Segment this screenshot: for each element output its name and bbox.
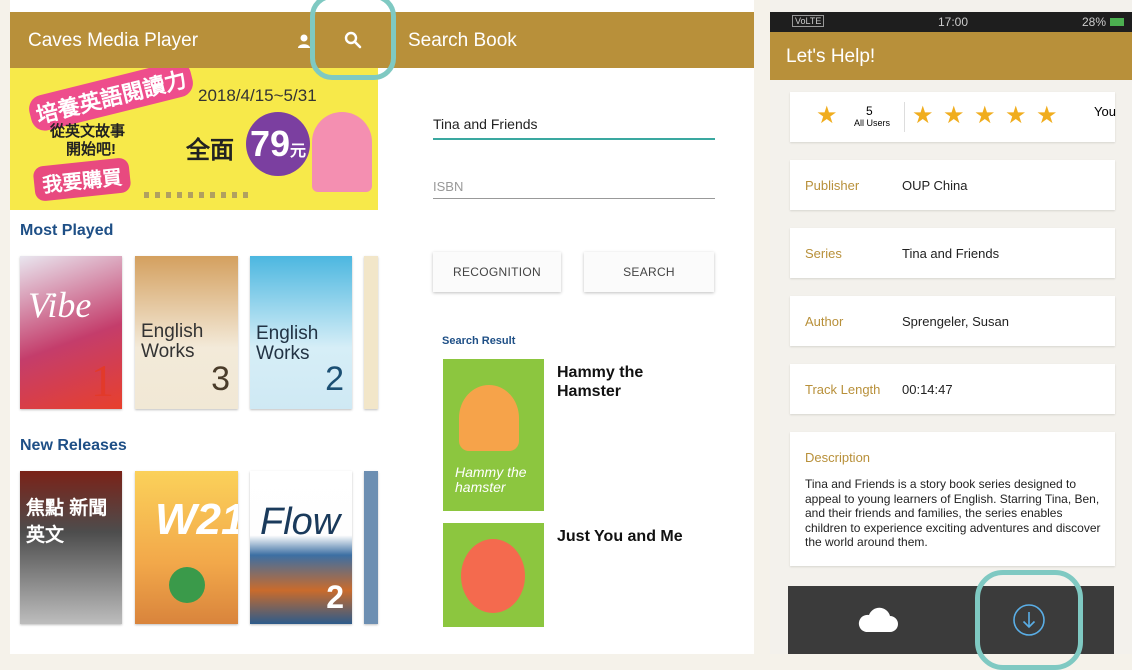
banner-offer: 全面 xyxy=(186,137,234,164)
book-volume: 1 xyxy=(91,355,114,406)
isbn-field[interactable]: ISBN xyxy=(433,178,715,199)
detail-row-author: Author Sprengeler, Susan xyxy=(790,296,1115,346)
book-cover-character xyxy=(169,567,205,603)
detail-value: 00:14:47 xyxy=(902,382,953,397)
average-rating-label: All Users xyxy=(854,118,891,128)
book-title: 焦點 新聞英文 xyxy=(26,498,108,546)
search-result-heading: Search Result xyxy=(442,335,516,347)
cloud-icon[interactable] xyxy=(856,606,898,634)
star-icon[interactable]: ★ xyxy=(1036,101,1058,130)
banner-price: 79 xyxy=(249,123,291,164)
promo-banner[interactable]: 培養英語閱讀力 2018/4/15~5/31 從英文故事 開始吧! 全面 79元… xyxy=(10,68,378,210)
book-cover-partial[interactable] xyxy=(364,256,378,409)
detail-value: Tina and Friends xyxy=(902,246,1000,261)
book-cover-english-works-2[interactable]: English Works 2 xyxy=(250,256,352,409)
detail-label: Track Length xyxy=(805,382,881,397)
highlight-ring-download xyxy=(975,570,1083,670)
battery-icon xyxy=(1110,18,1124,26)
isbn-field-placeholder: ISBN xyxy=(433,179,464,194)
detail-label: Series xyxy=(805,246,842,261)
book-cover-partial[interactable] xyxy=(364,471,378,624)
star-icon[interactable]: ★ xyxy=(1005,101,1027,130)
book-title: Vibe xyxy=(28,285,92,325)
result-title[interactable]: Hammy the Hamster xyxy=(557,363,667,401)
detail-header: Let's Help! xyxy=(770,32,1132,80)
detail-value: OUP China xyxy=(902,178,968,193)
title-field[interactable]: Tina and Friends xyxy=(433,116,715,140)
rating-divider xyxy=(904,102,905,132)
banner-date: 2018/4/15~5/31 xyxy=(198,86,317,105)
highlight-ring-search xyxy=(310,0,396,80)
banner-price-unit: 元 xyxy=(290,143,307,160)
home-screen: Caves Media Player 培養英語閱讀力 2018/4/15~5/3… xyxy=(10,0,393,654)
cover-illustration xyxy=(461,539,525,613)
average-rating: 5 xyxy=(866,104,873,118)
detail-row-series: Series Tina and Friends xyxy=(790,228,1115,278)
book-title: English Works xyxy=(141,321,204,362)
detail-screen: VoLTE 17:00 28% Let's Help! ★ 5 All User… xyxy=(770,0,1132,654)
battery-level: 28% xyxy=(1082,15,1107,29)
book-title: Flow xyxy=(260,501,341,543)
price-badge: 79元 xyxy=(246,112,310,176)
description-text: Tina and Friends is a story book series … xyxy=(805,477,1101,549)
detail-label: Publisher xyxy=(805,178,860,193)
cover-title: Hammy the hamster xyxy=(455,464,527,495)
recognition-button[interactable]: RECOGNITION xyxy=(433,252,561,292)
status-bar: VoLTE 17:00 28% xyxy=(770,12,1132,32)
rating-card: ★ 5 All Users ★ ★ ★ ★ ★ You xyxy=(790,92,1116,142)
result-title[interactable]: Just You and Me xyxy=(557,527,717,546)
book-volume: 3 xyxy=(211,360,230,398)
search-header: Search Book xyxy=(393,12,754,68)
detail-row-publisher: Publisher OUP China xyxy=(790,160,1115,210)
user-rating-stars[interactable]: ★ ★ ★ ★ ★ xyxy=(910,101,1070,131)
result-cover[interactable]: Hammy the hamster xyxy=(443,359,544,511)
carrier-label: VoLTE xyxy=(792,15,825,27)
book-volume: 2 xyxy=(325,360,344,398)
detail-row-track-length: Track Length 00:14:47 xyxy=(790,364,1115,414)
app-title: Caves Media Player xyxy=(28,30,199,51)
star-icon: ★ xyxy=(816,102,838,129)
title-field-value: Tina and Friends xyxy=(433,116,538,132)
carousel-dots[interactable] xyxy=(144,192,254,198)
buy-button[interactable]: 我要購買 xyxy=(32,157,132,202)
new-releases-heading: New Releases xyxy=(20,437,127,454)
star-icon[interactable]: ★ xyxy=(912,101,934,130)
description-card: Description Tina and Friends is a story … xyxy=(790,432,1115,566)
book-title: W21 xyxy=(155,495,238,544)
user-rating-label: You xyxy=(1094,104,1116,119)
banner-kids-art xyxy=(312,112,372,192)
book-cover-flow[interactable]: Flow 2 xyxy=(250,471,352,624)
book-cover-focus-news[interactable]: 焦點 新聞英文 xyxy=(20,471,122,624)
book-volume: 2 xyxy=(326,579,344,615)
search-header-title: Search Book xyxy=(408,30,517,51)
book-cover-w21[interactable]: W21 xyxy=(135,471,238,624)
detail-header-title: Let's Help! xyxy=(786,46,876,67)
detail-label: Author xyxy=(805,314,844,329)
result-cover[interactable] xyxy=(443,523,544,627)
book-title: English Works xyxy=(256,323,319,364)
cover-illustration xyxy=(459,385,519,451)
banner-slogan-2: 開始吧! xyxy=(66,141,116,158)
star-icon[interactable]: ★ xyxy=(974,101,996,130)
description-label: Description xyxy=(805,450,871,465)
status-time: 17:00 xyxy=(938,15,969,29)
book-cover-vibe[interactable]: Vibe 1 xyxy=(20,256,122,409)
star-icon[interactable]: ★ xyxy=(943,101,965,130)
most-played-heading: Most Played xyxy=(20,222,114,239)
search-screen: Search Book Tina and Friends ISBN RECOGN… xyxy=(393,0,754,654)
search-button[interactable]: SEARCH xyxy=(584,252,714,292)
detail-value: Sprengeler, Susan xyxy=(902,314,1009,329)
book-cover-english-works-3[interactable]: English Works 3 xyxy=(135,256,238,409)
